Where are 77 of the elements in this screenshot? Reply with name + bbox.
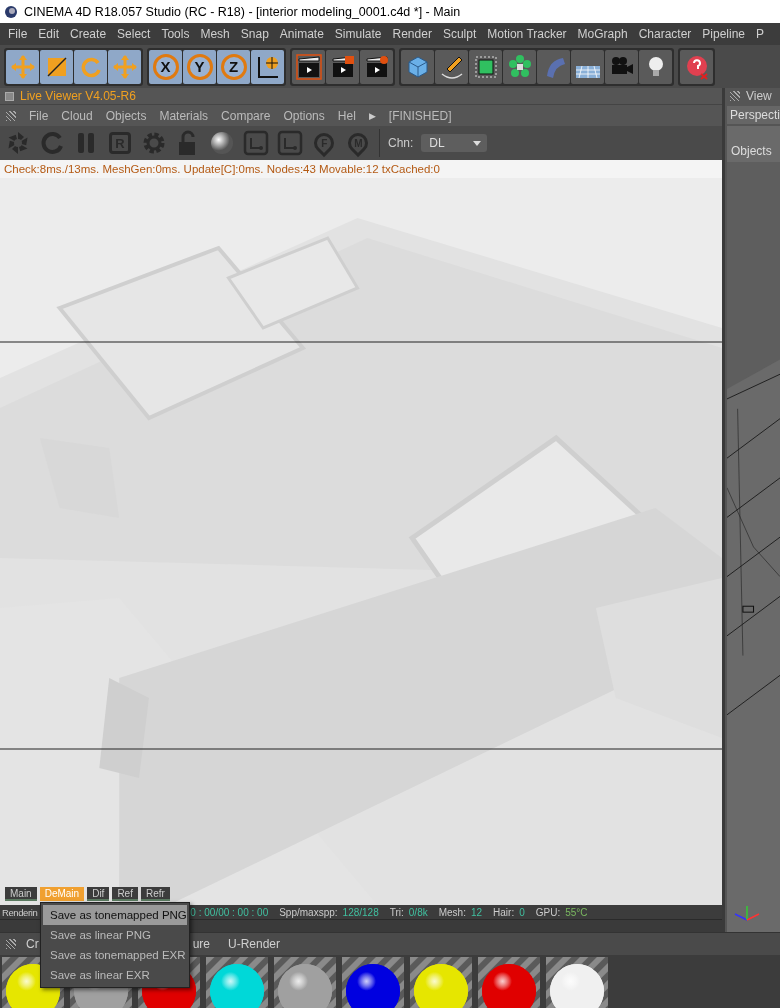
status-label: Mesh: xyxy=(438,906,466,918)
menu-item[interactable]: Tools xyxy=(161,27,190,41)
render-picture-icon[interactable] xyxy=(329,53,356,80)
menu-item[interactable]: Character xyxy=(638,27,692,41)
cloner-icon[interactable] xyxy=(506,53,533,80)
pass-tab[interactable]: Dif xyxy=(87,887,110,901)
menu-item[interactable]: MoGraph xyxy=(577,27,628,41)
panel-title: Live Viewer V4.05-R6 xyxy=(20,89,136,103)
channel-label: Chn: xyxy=(388,136,414,150)
material-swatch[interactable] xyxy=(546,957,608,1008)
more-arrow[interactable]: ▶ xyxy=(368,110,376,121)
menu-item[interactable]: Save as linear EXR xyxy=(43,965,187,985)
menu-item[interactable]: Save as tonemapped EXR xyxy=(43,945,187,965)
status-label: GPU: xyxy=(535,906,561,918)
menu-item[interactable]: Render xyxy=(392,27,432,41)
material-swatch[interactable] xyxy=(342,957,404,1008)
status-value: 55°C xyxy=(565,906,588,918)
axis-lock-button[interactable]: Z xyxy=(217,49,250,84)
menu-item[interactable]: ure xyxy=(192,937,210,951)
menu-item[interactable]: Save as linear PNG xyxy=(43,925,187,945)
menu-item[interactable]: Save as tonemapped PNG xyxy=(43,905,187,925)
grip-icon[interactable] xyxy=(6,939,16,949)
pass-tab[interactable]: Refr xyxy=(140,887,170,901)
menu-item[interactable]: Simulate xyxy=(334,27,382,41)
menu-item[interactable]: Motion Tracker xyxy=(487,27,567,41)
menu-item[interactable]: Hel xyxy=(337,108,356,123)
status-value: 0/8k xyxy=(408,906,428,918)
menu-item[interactable]: Edit xyxy=(38,27,60,41)
view-tab[interactable]: Perspecti xyxy=(726,106,780,124)
status-label: Renderin xyxy=(2,906,38,918)
menu-item[interactable]: Objects xyxy=(105,108,147,123)
menu-item[interactable]: Snap xyxy=(240,27,269,41)
render-status: [FINISHED] xyxy=(388,108,452,123)
axis-lock-button[interactable]: X xyxy=(149,49,182,84)
render-view-icon[interactable] xyxy=(295,53,322,80)
channel-select[interactable]: DL xyxy=(421,134,488,152)
pass-tab[interactable]: Ref xyxy=(112,887,138,901)
menu-item[interactable]: Create xyxy=(70,27,107,41)
menu-item[interactable]: P xyxy=(756,27,765,41)
menu-item[interactable]: Mesh xyxy=(200,27,230,41)
sphere-icon[interactable] xyxy=(209,130,235,156)
status-label: Spp/maxspp: xyxy=(279,906,338,918)
grip-icon[interactable] xyxy=(6,110,16,121)
menu-item[interactable]: Options xyxy=(283,108,325,123)
material-swatch[interactable] xyxy=(206,957,268,1008)
menu-item[interactable]: Animate xyxy=(279,27,324,41)
menu-item[interactable]: File xyxy=(29,108,49,123)
status-value: 0 : 00/00 : 00 : 00 xyxy=(190,906,269,918)
caret-icon xyxy=(473,140,482,146)
render-info: Check:8ms./13ms. MeshGen:0ms. Update[C]:0ms. Nodes:43 Movable:12 txCached:0 xyxy=(0,160,722,178)
render-settings-icon[interactable] xyxy=(363,53,390,80)
menu-item[interactable]: Objects xyxy=(726,126,780,162)
menu-item[interactable]: Sculpt xyxy=(442,27,477,41)
panel-title: View xyxy=(745,89,772,103)
menu-item[interactable]: Compare xyxy=(221,108,271,123)
status-value: 128/128 xyxy=(342,906,379,918)
pass-tab[interactable]: Main xyxy=(5,887,37,901)
menu-item[interactable]: Cloud xyxy=(61,108,93,123)
menu-item[interactable]: Select xyxy=(117,27,151,41)
window-title: CINEMA 4D R18.057 Studio (RC - R18) - [interior modeling_0001.c4d *] - Main xyxy=(24,4,461,19)
status-label: Tri: xyxy=(389,906,404,918)
grip-icon[interactable] xyxy=(729,91,740,101)
menu-item[interactable]: Materials xyxy=(159,108,209,123)
subdivision-cube-icon[interactable] xyxy=(472,53,499,80)
status-label: Hair: xyxy=(493,906,515,918)
axis-lock-button[interactable]: Y xyxy=(183,49,216,84)
panel-toggle[interactable] xyxy=(5,91,14,101)
material-swatch[interactable] xyxy=(478,957,540,1008)
status-value: 12 xyxy=(470,906,483,918)
menu-item[interactable]: Pipeline xyxy=(702,27,746,41)
menu-item[interactable]: File xyxy=(8,27,28,41)
menu-item[interactable]: U-Render xyxy=(228,937,281,951)
status-value: 0 xyxy=(519,906,525,918)
material-swatch[interactable] xyxy=(410,957,472,1008)
app-logo-icon xyxy=(4,4,18,19)
menu-item[interactable]: Cr xyxy=(26,937,39,951)
material-swatch[interactable] xyxy=(274,957,336,1008)
